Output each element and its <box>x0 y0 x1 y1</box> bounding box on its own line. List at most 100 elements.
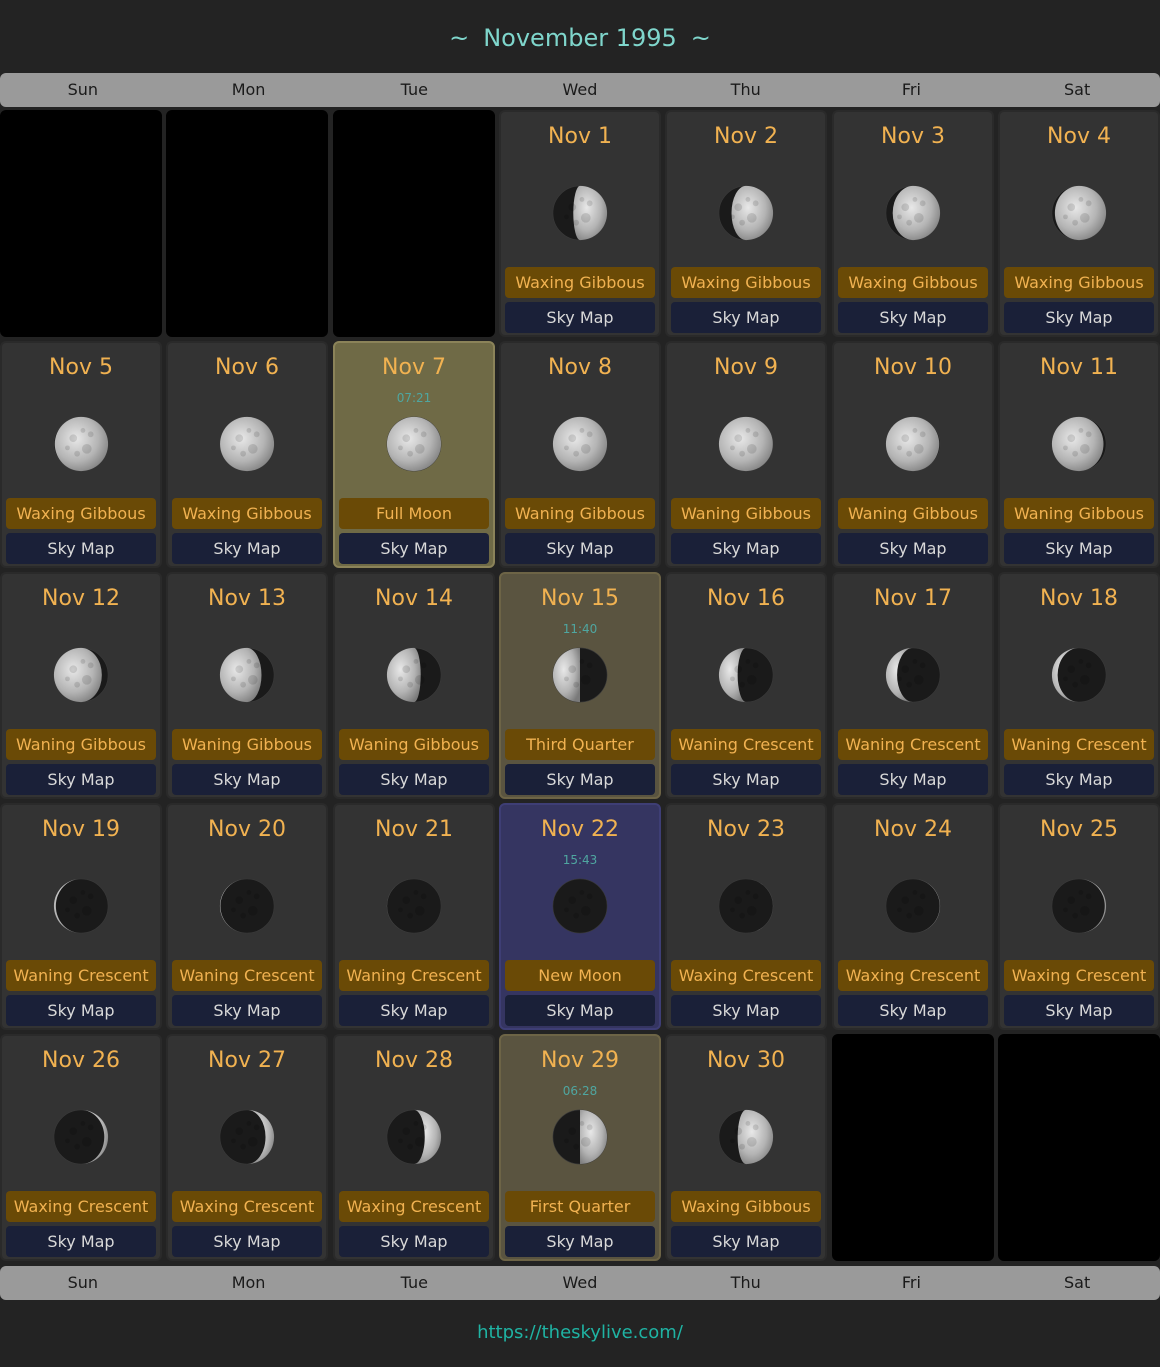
phase-label: Waxing Crescent <box>838 960 988 991</box>
moon-phase-icon <box>717 184 775 242</box>
sky-map-button[interactable]: Sky Map <box>1004 764 1154 795</box>
sky-map-button[interactable]: Sky Map <box>505 1226 655 1257</box>
sky-map-button[interactable]: Sky Map <box>505 302 655 333</box>
day-date: Nov 17 <box>874 586 952 611</box>
phase-label: Waxing Crescent <box>6 1191 156 1222</box>
moon-crater <box>80 890 86 895</box>
moon-crater <box>235 665 244 674</box>
moon-crater <box>402 1127 411 1136</box>
moon-crater <box>919 431 926 438</box>
moon-phase-icon <box>717 877 775 935</box>
moon-crater <box>1078 890 1084 895</box>
sky-map-button[interactable]: Sky Map <box>1004 302 1154 333</box>
moon-phase-icon <box>717 415 775 473</box>
moon-phase-icon <box>385 877 443 935</box>
moon-phase-icon <box>551 184 609 242</box>
sky-map-button[interactable]: Sky Map <box>838 533 988 564</box>
empty-day-cell <box>0 110 162 337</box>
moon-crater <box>87 431 94 438</box>
moon-crater <box>897 445 902 451</box>
moon-crater <box>420 1124 427 1131</box>
moon-dark-disc <box>219 878 275 934</box>
weekday-tue: Tue <box>400 80 428 99</box>
sky-map-button[interactable]: Sky Map <box>172 1226 322 1257</box>
moon-crater <box>398 1138 403 1144</box>
sky-map-button[interactable]: Sky Map <box>6 533 156 564</box>
moon-crater <box>734 665 743 674</box>
sky-map-button[interactable]: Sky Map <box>6 1226 156 1257</box>
moon-phase-icon <box>1050 415 1108 473</box>
moon-crater <box>901 434 910 443</box>
moon-crater <box>414 675 425 685</box>
sky-map-button[interactable]: Sky Map <box>671 302 821 333</box>
day-date: Nov 12 <box>42 586 120 611</box>
moon-crater <box>913 213 924 223</box>
sky-map-button[interactable]: Sky Map <box>339 533 489 564</box>
title-prefix: ~ <box>449 24 470 52</box>
sky-map-button[interactable]: Sky Map <box>6 995 156 1026</box>
moon-crater <box>1079 213 1090 223</box>
moon-crater <box>1078 428 1084 433</box>
day-cell: Nov 16 Waning Crescent Sky Map <box>665 572 827 799</box>
weekday-thu: Thu <box>730 80 761 99</box>
phase-label: Waning Crescent <box>1004 729 1154 760</box>
source-link[interactable]: https://theskylive.com/ <box>0 1322 1160 1343</box>
sky-map-button[interactable]: Sky Map <box>339 995 489 1026</box>
sky-map-button[interactable]: Sky Map <box>671 995 821 1026</box>
moon-lit-area <box>573 185 608 241</box>
sky-map-button[interactable]: Sky Map <box>172 995 322 1026</box>
day-date: Nov 7 <box>382 355 446 380</box>
moon-crater <box>420 893 427 900</box>
sky-map-button[interactable]: Sky Map <box>172 764 322 795</box>
weekday-fri: Fri <box>901 80 921 99</box>
day-cell: Nov 30 Waxing Gibbous Sky Map <box>665 1034 827 1261</box>
phase-time: 06:28 <box>562 1084 598 1098</box>
weekday-tue: Tue <box>400 1273 428 1292</box>
sky-map-button[interactable]: Sky Map <box>671 1226 821 1257</box>
moon-crater <box>901 203 910 212</box>
day-cell: Nov 14 Waning Gibbous Sky Map <box>333 572 495 799</box>
phase-label: Third Quarter <box>505 729 655 760</box>
moon-crater <box>752 200 759 207</box>
sky-map-button[interactable]: Sky Map <box>505 764 655 795</box>
sky-map-button[interactable]: Sky Map <box>838 302 988 333</box>
moon-crater <box>739 450 746 457</box>
moon-crater <box>1078 659 1084 664</box>
moon-crater <box>568 665 577 674</box>
moon-phase-icon <box>52 646 110 704</box>
moon-crater <box>906 681 913 688</box>
sky-map-button[interactable]: Sky Map <box>671 764 821 795</box>
moon-crater <box>398 445 403 451</box>
moon-crater <box>739 912 746 919</box>
sky-map-button[interactable]: Sky Map <box>1004 995 1154 1026</box>
sky-map-button[interactable]: Sky Map <box>505 533 655 564</box>
sky-map-button[interactable]: Sky Map <box>339 764 489 795</box>
moon-crater <box>919 893 926 900</box>
moon-crater <box>69 665 78 674</box>
phase-time: 07:21 <box>396 391 432 405</box>
phase-label: Full Moon <box>339 498 489 529</box>
weekday-mon: Mon <box>231 1273 266 1292</box>
sky-map-button[interactable]: Sky Map <box>1004 533 1154 564</box>
moon-dark-disc <box>386 878 442 934</box>
day-cell: Nov 22 15:43 New Moon Sky Map <box>499 803 661 1030</box>
moon-lit-area <box>580 1109 608 1165</box>
moon-crater <box>87 662 94 669</box>
sky-map-button[interactable]: Sky Map <box>339 1226 489 1257</box>
sky-map-button[interactable]: Sky Map <box>671 533 821 564</box>
sky-map-button[interactable]: Sky Map <box>838 995 988 1026</box>
moon-crater <box>564 445 569 451</box>
moon-crater <box>1078 197 1084 202</box>
title-text: November 1995 <box>483 24 677 52</box>
sky-map-button[interactable]: Sky Map <box>505 995 655 1026</box>
sky-map-button[interactable]: Sky Map <box>6 764 156 795</box>
moon-crater <box>80 428 86 433</box>
moon-crater <box>81 1137 92 1147</box>
moon-crater <box>231 907 236 913</box>
sky-map-button[interactable]: Sky Map <box>172 533 322 564</box>
moon-phase-icon <box>884 415 942 473</box>
moon-lit-area <box>718 416 773 472</box>
day-cell: Nov 12 Waning Gibbous Sky Map <box>0 572 162 799</box>
day-date: Nov 26 <box>42 1048 120 1073</box>
sky-map-button[interactable]: Sky Map <box>838 764 988 795</box>
